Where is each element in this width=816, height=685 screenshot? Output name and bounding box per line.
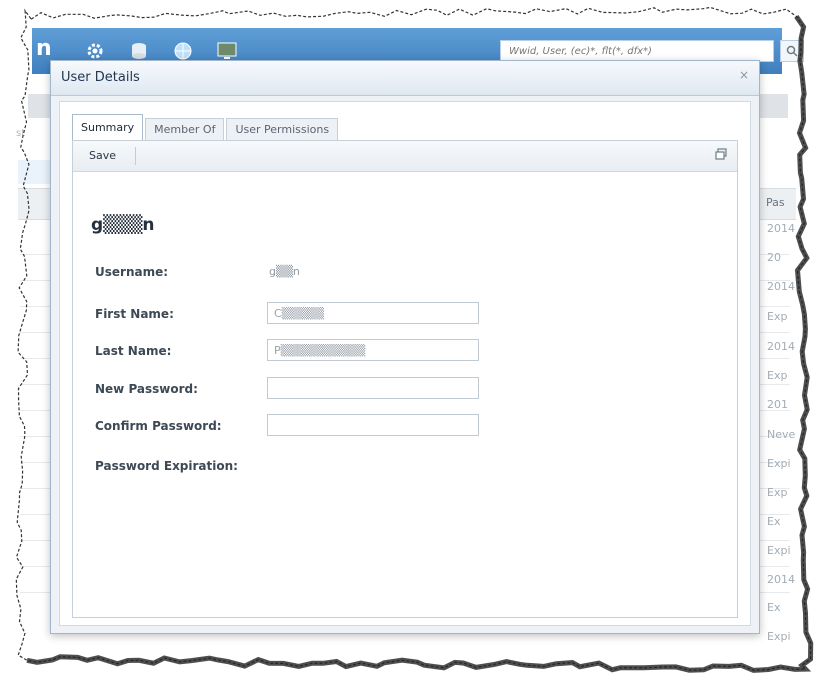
torn-paper-edge [15, 6, 814, 673]
